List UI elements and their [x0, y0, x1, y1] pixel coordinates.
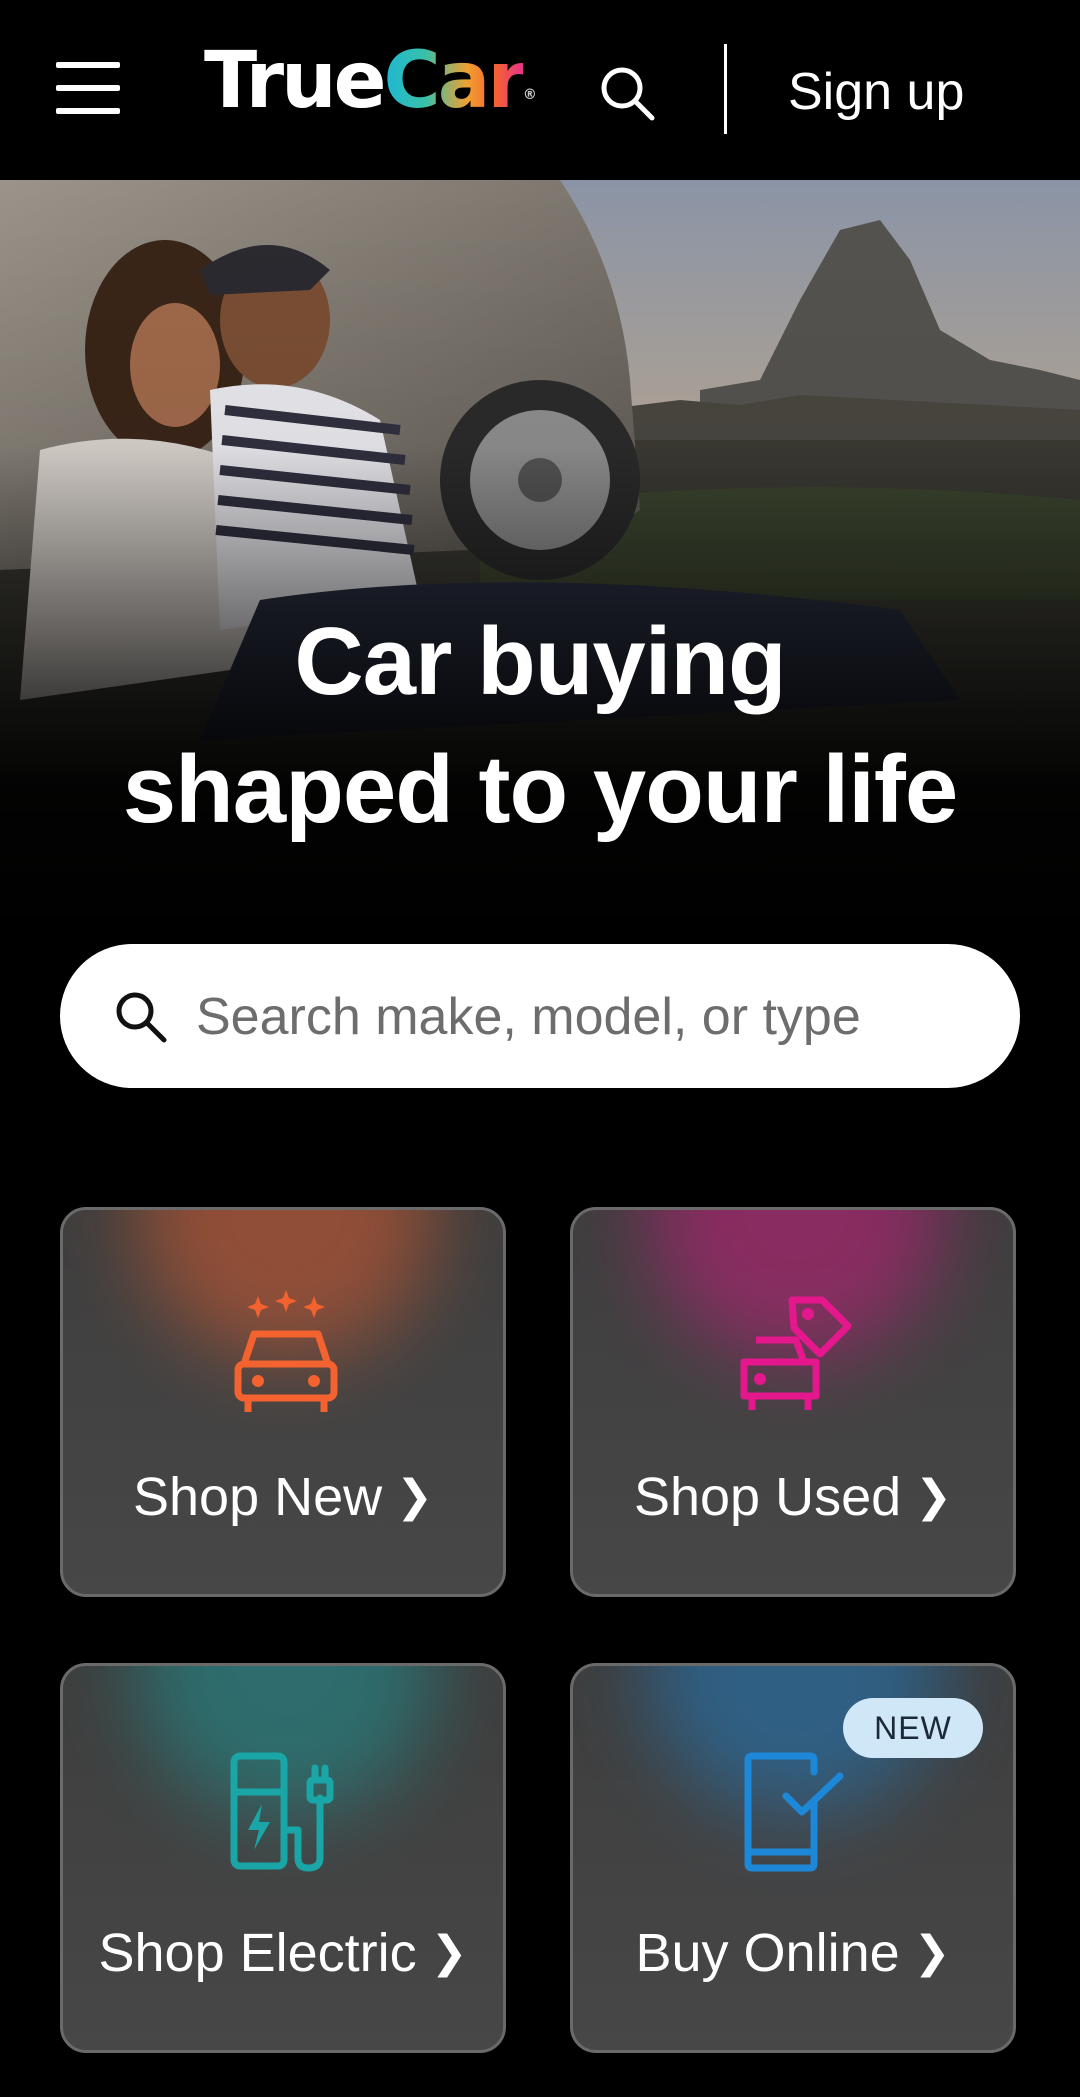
- search-icon: [112, 988, 170, 1046]
- shop-electric-tile[interactable]: Shop Electric ❯: [60, 1663, 506, 2053]
- hero-headline: Car buying shaped to your life: [0, 598, 1080, 854]
- hamburger-menu-icon[interactable]: [52, 58, 124, 118]
- car-sparkle-icon: [226, 1290, 346, 1420]
- shop-used-tile[interactable]: Shop Used ❯: [570, 1207, 1016, 1597]
- buy-online-label: Buy Online ❯: [573, 1918, 1013, 1988]
- shop-used-label: Shop Used ❯: [573, 1462, 1013, 1532]
- tile-label-text: Shop Electric: [98, 1923, 417, 1983]
- logo-text-car: Car: [383, 36, 526, 126]
- search-input[interactable]: [194, 966, 988, 1068]
- shop-electric-label: Shop Electric ❯: [63, 1918, 503, 1988]
- hero-headline-line-2: shaped to your life: [122, 736, 958, 843]
- shop-new-label: Shop New ❯: [63, 1462, 503, 1532]
- header-divider: [724, 44, 727, 134]
- tile-label-text: Buy Online: [635, 1923, 900, 1983]
- chevron-right-icon: ❯: [913, 1928, 951, 1977]
- search-icon[interactable]: [596, 62, 660, 126]
- truecar-logo[interactable]: TrueCar®: [204, 36, 537, 126]
- new-badge: NEW: [843, 1698, 983, 1758]
- chevron-right-icon: ❯: [430, 1928, 468, 1977]
- sign-up-link[interactable]: Sign up: [788, 52, 964, 132]
- top-header: TrueCar® Sign up: [0, 0, 1080, 180]
- shop-new-tile[interactable]: Shop New ❯: [60, 1207, 506, 1597]
- chevron-right-icon: ❯: [915, 1472, 953, 1521]
- hero-headline-line-1: Car buying: [294, 608, 786, 715]
- hero-section: Car buying shaped to your life: [0, 180, 1080, 940]
- logo-registered-mark: ®: [522, 87, 537, 103]
- car-tag-icon: [736, 1290, 856, 1420]
- phone-check-icon: [736, 1746, 856, 1876]
- chevron-right-icon: ❯: [396, 1472, 434, 1521]
- ev-charger-icon: [226, 1746, 346, 1876]
- tile-label-text: Shop Used: [633, 1467, 902, 1527]
- search-bar[interactable]: [60, 944, 1020, 1088]
- tile-label-text: Shop New: [132, 1467, 383, 1527]
- logo-text-true: True: [204, 36, 387, 126]
- buy-online-tile[interactable]: NEW Buy Online ❯: [570, 1663, 1016, 2053]
